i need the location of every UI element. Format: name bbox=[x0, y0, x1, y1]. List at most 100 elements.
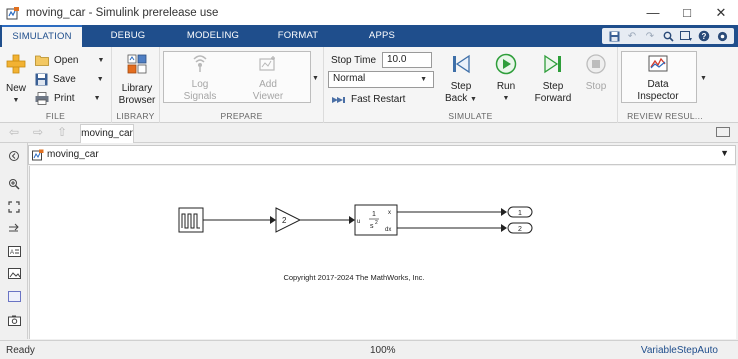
search-icon[interactable] bbox=[660, 29, 676, 43]
run-caret-icon[interactable]: ▼ bbox=[490, 93, 522, 105]
integrator-output-dx: dx bbox=[385, 227, 391, 233]
model-canvas[interactable]: 2 u 1 s 2 x dx 1 2 Copyright 2017-2024 T… bbox=[29, 166, 736, 339]
layout-icon[interactable] bbox=[678, 29, 694, 43]
fast-restart-icon bbox=[332, 96, 345, 103]
keyboard-icon[interactable] bbox=[716, 127, 730, 137]
block-diagram: 2 u 1 s 2 x dx 1 2 Copyright 2017-2024 T… bbox=[178, 204, 533, 282]
fast-restart-button[interactable]: Fast Restart bbox=[332, 94, 405, 105]
new-button[interactable]: New ▼ bbox=[4, 53, 28, 107]
print-button[interactable]: Print ▼ bbox=[35, 92, 101, 105]
ribbon: New ▼ Open ▼ Save ▼ Print ▼ FILE Library… bbox=[0, 47, 738, 123]
file-group: New ▼ Open ▼ Save ▼ Print ▼ FILE bbox=[0, 47, 112, 123]
add-viewer-label-1: Add bbox=[259, 79, 277, 90]
save-label: Save bbox=[53, 74, 76, 85]
log-signals-button[interactable]: Log Signals bbox=[180, 55, 220, 103]
minimize-icon[interactable]: — bbox=[636, 0, 670, 25]
open-label: Open bbox=[54, 54, 79, 66]
gain-block[interactable]: 2 bbox=[275, 207, 302, 233]
new-caret-icon[interactable]: ▼ bbox=[4, 95, 28, 107]
open-button[interactable]: Open ▼ bbox=[35, 54, 104, 66]
mode-dropdown-icon: ▼ bbox=[420, 76, 427, 83]
zoom-level: 100% bbox=[370, 345, 396, 356]
tab-modeling[interactable]: MODELING bbox=[180, 25, 246, 47]
maximize-icon[interactable]: □ bbox=[670, 0, 704, 25]
stop-button[interactable]: Stop bbox=[582, 53, 610, 93]
save-icon[interactable] bbox=[606, 29, 622, 43]
integrator-denominator: s bbox=[370, 223, 374, 230]
pulse-generator-block[interactable] bbox=[178, 207, 204, 233]
tab-format[interactable]: FORMAT bbox=[270, 25, 326, 47]
outport-1[interactable]: 1 bbox=[507, 206, 533, 218]
outport-2[interactable]: 2 bbox=[507, 222, 533, 234]
second-order-integrator-block[interactable]: u 1 s 2 x dx bbox=[354, 204, 398, 236]
quick-access-toolbar: ↶ ↷ ? bbox=[602, 28, 734, 44]
title-bar: moving_car - Simulink prerelease use — □… bbox=[0, 0, 738, 25]
tab-apps[interactable]: APPS bbox=[356, 25, 408, 47]
stop-time-input[interactable]: 10.0 bbox=[382, 52, 432, 68]
step-forward-label-2: Forward bbox=[534, 93, 572, 104]
library-browser-icon bbox=[127, 54, 147, 74]
review-gallery-expand-icon[interactable]: ▼ bbox=[700, 75, 707, 82]
close-icon[interactable]: ✕ bbox=[704, 0, 738, 25]
run-label: Run bbox=[496, 81, 516, 92]
hide-browser-icon[interactable] bbox=[6, 149, 22, 163]
library-browser-button[interactable]: Library Browser bbox=[116, 53, 158, 107]
outport-1-label: 1 bbox=[518, 210, 522, 217]
help-icon[interactable]: ? bbox=[696, 29, 712, 43]
image-icon[interactable] bbox=[6, 266, 22, 280]
step-back-label-1: Step bbox=[450, 81, 472, 92]
save-caret-icon[interactable]: ▼ bbox=[97, 76, 104, 83]
fit-to-view-icon[interactable] bbox=[6, 200, 22, 214]
review-results-group: Data Inspector ▼ REVIEW RESUL... bbox=[618, 47, 712, 123]
data-inspector-label-1: Data bbox=[647, 79, 669, 90]
print-caret-icon[interactable]: ▼ bbox=[94, 95, 101, 102]
arrowhead-1 bbox=[270, 216, 276, 224]
area-icon[interactable] bbox=[6, 289, 22, 303]
ribbon-tab-strip: SIMULATION DEBUG MODELING FORMAT APPS ↶ … bbox=[0, 25, 738, 47]
annotation-icon[interactable]: A bbox=[6, 244, 22, 258]
forward-arrow-icon[interactable]: ⇨ bbox=[30, 125, 46, 141]
up-arrow-icon[interactable]: ⇧ bbox=[54, 125, 70, 141]
model-explorer-bar: moving_car ▼ bbox=[28, 145, 736, 165]
breadcrumb[interactable]: moving_car bbox=[47, 149, 99, 160]
undo-icon[interactable]: ↶ bbox=[624, 29, 640, 43]
step-back-icon bbox=[453, 54, 470, 74]
model-icon bbox=[32, 149, 44, 164]
tab-simulation[interactable]: SIMULATION bbox=[2, 25, 82, 47]
step-back-label-2: Back ▼ bbox=[445, 93, 477, 104]
route-lines-icon[interactable] bbox=[6, 222, 22, 236]
stop-label: Stop bbox=[585, 81, 607, 92]
arrowhead-3 bbox=[501, 208, 507, 216]
data-inspector-label-2: Inspector bbox=[637, 91, 679, 102]
save-button[interactable]: Save ▼ bbox=[35, 73, 104, 86]
screenshot-icon[interactable] bbox=[6, 313, 22, 327]
redo-icon[interactable]: ↷ bbox=[642, 29, 658, 43]
breadcrumb-dropdown-icon[interactable]: ▼ bbox=[720, 148, 729, 158]
step-back-button[interactable]: Step Back ▼ bbox=[444, 53, 478, 106]
tab-moving-car[interactable]: moving_car bbox=[80, 124, 134, 143]
prepare-gallery-expand-icon[interactable]: ▼ bbox=[312, 75, 319, 82]
review-group-label: REVIEW RESUL... bbox=[627, 111, 703, 121]
printer-icon bbox=[35, 92, 49, 105]
open-caret-icon[interactable]: ▼ bbox=[97, 57, 104, 64]
simulate-group: Stop Time 10.0 Normal ▼ Fast Restart Ste… bbox=[324, 47, 618, 123]
gain-value: 2 bbox=[282, 216, 287, 225]
collapse-icon[interactable] bbox=[714, 29, 730, 43]
run-button[interactable]: Run ▼ bbox=[490, 53, 522, 105]
data-inspector-button[interactable]: Data Inspector bbox=[630, 55, 686, 103]
log-signals-label-1: Log bbox=[191, 79, 209, 90]
tab-debug[interactable]: DEBUG bbox=[100, 25, 156, 47]
library-group-label: LIBRARY bbox=[116, 111, 155, 121]
step-forward-button[interactable]: Step Forward bbox=[532, 53, 574, 105]
outport-2-label: 2 bbox=[518, 226, 522, 233]
library-browser-label-2: Browser bbox=[118, 95, 156, 106]
back-arrow-icon[interactable]: ⇦ bbox=[6, 125, 22, 141]
simulation-mode-select[interactable]: Normal ▼ bbox=[328, 71, 434, 88]
solver-link[interactable]: VariableStepAuto bbox=[641, 345, 718, 356]
status-text: Ready bbox=[6, 345, 35, 356]
add-viewer-button[interactable]: Add Viewer bbox=[248, 55, 288, 103]
block-diagram-palette: A bbox=[0, 143, 28, 339]
print-label: Print bbox=[54, 93, 75, 104]
integrator-numerator: 1 bbox=[372, 211, 376, 218]
zoom-icon[interactable] bbox=[6, 177, 22, 191]
